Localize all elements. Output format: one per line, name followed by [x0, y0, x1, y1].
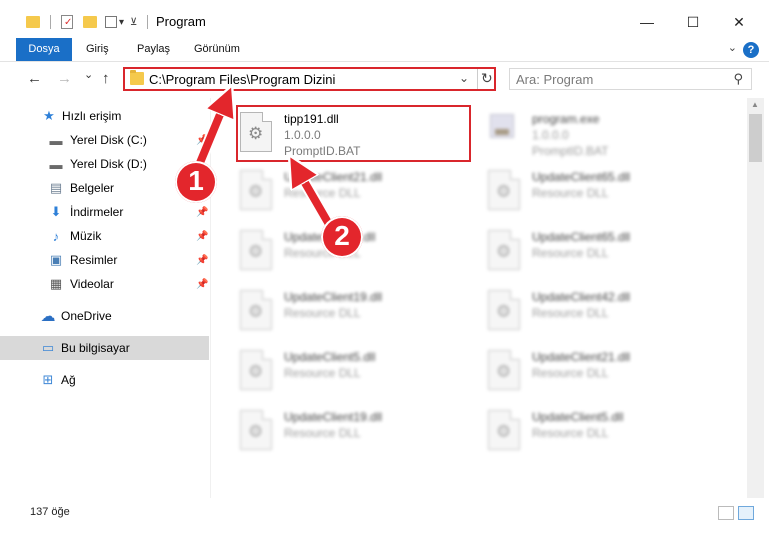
annotation-arrows — [191, 0, 336, 229]
status-bar: 137 öğe — [0, 498, 769, 539]
step-2-badge: 2 — [321, 216, 363, 258]
large-icons-view-button[interactable] — [738, 506, 754, 520]
arrow-step-1-fill — [193, 100, 226, 172]
details-view-button[interactable] — [718, 506, 734, 520]
item-count: 137 öğe — [30, 506, 70, 518]
arrow-step-2-fill — [297, 169, 334, 229]
step-1-badge: 1 — [175, 161, 217, 203]
